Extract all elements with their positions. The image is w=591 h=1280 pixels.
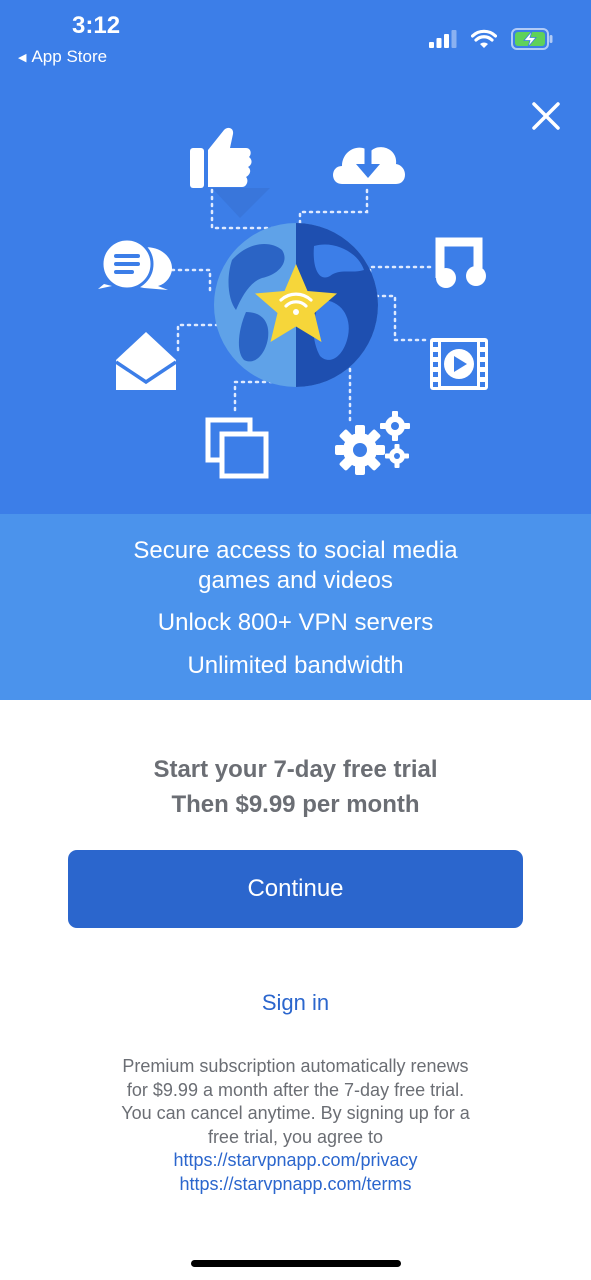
continue-button[interactable]: Continue	[68, 850, 523, 928]
legal-text: Premium subscription automatically renew…	[60, 1055, 531, 1196]
cloud-download-icon	[333, 140, 405, 184]
back-app-label: App Store	[31, 47, 108, 66]
hero-banner: 3:12 ◀ App Store	[0, 0, 591, 514]
feature-line: games and videos	[198, 567, 393, 594]
legal-line: Premium subscription automatically renew…	[122, 1056, 469, 1076]
trial-price: Then $9.99 per month	[171, 791, 420, 818]
home-indicator[interactable]	[191, 1260, 401, 1267]
status-icons	[429, 28, 553, 50]
back-arrow-icon: ◀	[18, 51, 27, 64]
legal-line: free trial, you agree to	[207, 1126, 384, 1147]
feature-bandwidth: Unlimited bandwidth	[187, 652, 404, 679]
trial-offer: Start your 7-day free trial Then $9.99 p…	[0, 752, 591, 822]
gears-icon	[335, 411, 410, 475]
music-note-icon	[435, 237, 486, 288]
mail-icon	[115, 332, 177, 390]
privacy-link[interactable]: https://starvpnapp.com/privacy	[60, 1149, 531, 1173]
photos-icon	[205, 417, 269, 479]
terms-link[interactable]: https://starvpnapp.com/terms	[60, 1173, 531, 1197]
legal-line: You can cancel anytime. By signing up fo…	[121, 1103, 470, 1123]
status-bar: 3:12 ◀ App Store	[0, 0, 591, 80]
chat-icon	[98, 237, 172, 291]
video-icon	[430, 338, 488, 390]
thumbs-up-icon	[190, 127, 270, 218]
feature-social: Secure access to social media games and …	[0, 536, 591, 596]
globe-star-icon	[214, 223, 378, 387]
wifi-icon	[471, 29, 497, 48]
sign-in-link[interactable]: Sign in	[0, 990, 591, 1016]
trial-title: Start your 7-day free trial	[153, 756, 438, 783]
legal-line: for $9.99 a month after the 7-day free t…	[126, 1079, 465, 1100]
feature-servers: Unlock 800+ VPN servers	[157, 609, 434, 636]
back-to-app-store[interactable]: ◀ App Store	[18, 47, 107, 67]
status-time: 3:12	[72, 12, 121, 39]
vpn-illustration	[98, 127, 488, 479]
features-panel: Secure access to social media games and …	[0, 514, 591, 700]
battery-charging-icon	[511, 28, 553, 50]
feature-line: Secure access to social media	[133, 537, 458, 564]
signal-icon	[429, 30, 457, 48]
